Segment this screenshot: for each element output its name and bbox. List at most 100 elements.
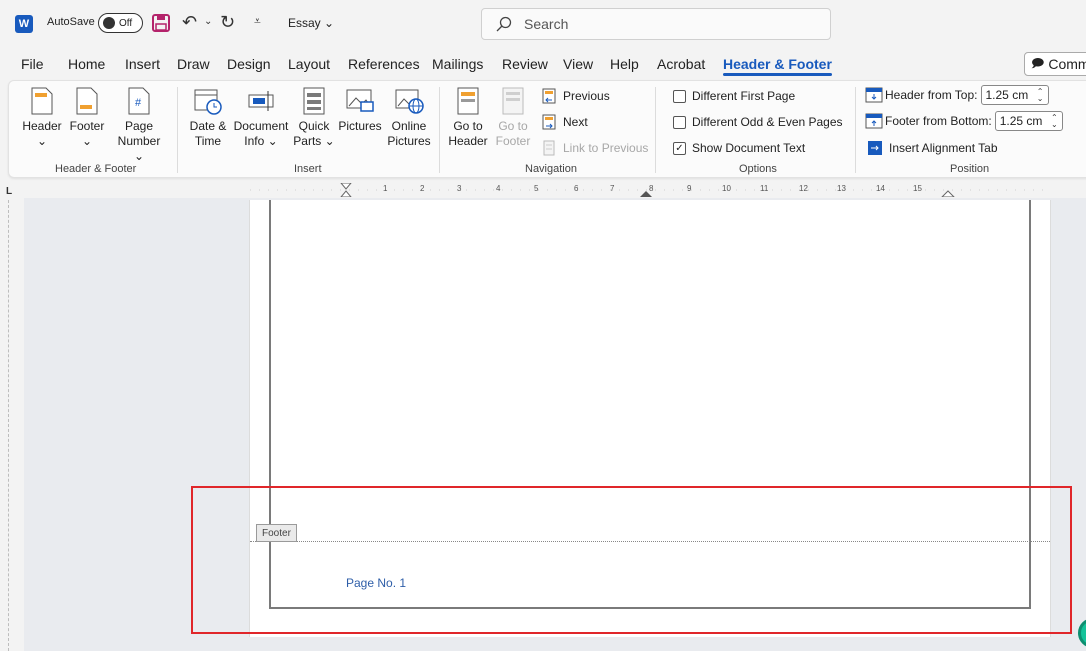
ruler-mark: 6 [574, 184, 579, 193]
tab-selector[interactable]: L [6, 186, 12, 197]
previous-button[interactable]: Previous [541, 88, 610, 104]
comments-button[interactable]: 🗩 Comme [1024, 52, 1086, 76]
go-to-footer-button[interactable]: Go to Footer [493, 87, 533, 149]
different-odd-even-checkbox[interactable]: Different Odd & Even Pages [673, 115, 843, 129]
redo-icon[interactable]: ↻ [220, 12, 235, 33]
ruler-mark: 8 [649, 184, 654, 193]
autosave-state: Off [119, 17, 133, 29]
ruler-mark: 4 [496, 184, 501, 193]
different-odd-even-label: Different Odd & Even Pages [692, 115, 843, 129]
footer-from-bottom-input[interactable]: 1.25 cm ⌃ ⌄ [994, 111, 1063, 131]
tab-home[interactable]: Home [68, 56, 105, 72]
page-number-button[interactable]: # Page Number ⌄ [111, 87, 167, 164]
show-document-text-label: Show Document Text [692, 141, 806, 155]
tab-insert[interactable]: Insert [125, 56, 160, 72]
ribbon: Header ⌄ Footer ⌄ # Page Number ⌄ Header… [8, 80, 1086, 178]
document-title[interactable]: Essay ⌄ [288, 16, 334, 30]
different-first-page-label: Different First Page [692, 89, 796, 103]
insert-alignment-tab-button[interactable]: Insert Alignment Tab [867, 140, 998, 156]
date-time-label: Date & [189, 119, 227, 133]
tab-references[interactable]: References [348, 56, 420, 72]
ruler-mark: 11 [760, 184, 769, 193]
group-label-header-footer: Header & Footer [55, 163, 137, 175]
tab-file[interactable]: File [21, 56, 44, 72]
link-to-previous-label: Link to Previous [563, 141, 649, 155]
tab-layout[interactable]: Layout [288, 56, 330, 72]
header-button[interactable]: Header ⌄ [21, 87, 63, 149]
go-to-header-button[interactable]: Go to Header [447, 87, 489, 149]
header-from-top-input[interactable]: 1.25 cm ⌃ ⌄ [980, 85, 1049, 105]
spinner-arrows-icon[interactable]: ⌃ ⌄ [1051, 114, 1058, 129]
checkbox-icon [673, 115, 686, 129]
group-label-position: Position [950, 163, 990, 175]
page-number-icon: # [128, 87, 150, 115]
show-document-text-checkbox[interactable]: ✓ Show Document Text [673, 141, 805, 155]
tab-acrobat[interactable]: Acrobat [657, 56, 705, 72]
different-first-page-checkbox[interactable]: Different First Page [673, 89, 795, 103]
header-icon [31, 87, 53, 115]
online-pictures-label-2: Pictures [387, 134, 431, 148]
autosave-toggle[interactable]: Off [98, 13, 143, 33]
customize-toolbar-icon[interactable]: ⩡ [254, 14, 261, 29]
search-icon [496, 16, 512, 32]
tab-header-footer[interactable]: Header & Footer [723, 56, 832, 76]
tab-help[interactable]: Help [610, 56, 639, 72]
quick-parts-button[interactable]: Quick Parts ⌄ [293, 87, 335, 149]
online-pictures-label: Online [391, 119, 427, 133]
ruler-mark: 7 [610, 184, 615, 193]
ruler-mark: 12 [799, 184, 808, 193]
go-to-header-label-2: Header [448, 134, 488, 148]
toggle-knob-icon [103, 17, 115, 29]
header-from-top-value: 1.25 cm [985, 88, 1029, 102]
online-pictures-button[interactable]: Online Pictures [386, 87, 432, 149]
date-time-button[interactable]: Date & Time [185, 87, 231, 149]
ruler-mark: 10 [722, 184, 731, 193]
group-label-navigation: Navigation [525, 163, 577, 175]
date-time-label-2: Time [194, 134, 222, 148]
document-info-icon [248, 91, 274, 111]
chevron-down-icon: ⌄ [81, 134, 93, 148]
calendar-clock-icon [194, 89, 222, 115]
document-info-button[interactable]: Document Info ⌄ [231, 87, 291, 149]
tab-view[interactable]: View [563, 56, 593, 72]
quick-parts-label-2: Parts ⌄ [293, 134, 335, 148]
online-pictures-icon [395, 89, 424, 114]
alignment-tab-icon [868, 141, 882, 155]
save-icon[interactable] [152, 14, 170, 32]
spinner-arrows-icon[interactable]: ⌃ ⌄ [1037, 88, 1044, 103]
previous-icon [542, 88, 556, 104]
footer-from-bottom-label: Footer from Bottom: [885, 114, 992, 128]
tab-draw[interactable]: Draw [177, 56, 210, 72]
quick-parts-icon [303, 87, 325, 115]
pictures-label: Pictures [338, 119, 382, 133]
horizontal-ruler[interactable]: 1 2 3 4 5 6 7 8 9 10 11 12 13 14 15 [250, 182, 1050, 198]
footer-position-icon [865, 113, 883, 129]
page-number-label: Page [124, 119, 154, 133]
link-to-previous-button[interactable]: Link to Previous [541, 140, 648, 156]
pictures-button[interactable]: Pictures [337, 87, 383, 134]
ruler-mark: 3 [457, 184, 462, 193]
undo-icon[interactable]: ↶ [182, 12, 197, 33]
group-label-insert: Insert [294, 163, 322, 175]
document-info-label: Document [233, 119, 289, 133]
header-position-icon [865, 87, 883, 103]
next-label: Next [563, 115, 588, 129]
tab-design[interactable]: Design [227, 56, 271, 72]
next-icon [542, 114, 556, 130]
footer-button[interactable]: Footer ⌄ [67, 87, 107, 149]
tab-review[interactable]: Review [502, 56, 548, 72]
search-input[interactable]: Search [481, 8, 831, 40]
vertical-ruler[interactable] [8, 200, 16, 651]
group-divider [439, 87, 440, 173]
comments-label: Comme [1048, 56, 1086, 72]
pictures-icon [346, 89, 374, 112]
go-to-footer-label-2: Footer [495, 134, 531, 148]
go-to-header-label: Go to [453, 119, 483, 133]
chevron-down-icon[interactable]: ⌄ [204, 16, 212, 27]
ribbon-tabs: File Home Insert Draw Design Layout Refe… [0, 52, 1086, 78]
previous-label: Previous [563, 89, 610, 103]
next-button[interactable]: Next [541, 114, 588, 130]
link-icon [543, 140, 555, 156]
ruler-mark: 13 [837, 184, 846, 193]
tab-mailings[interactable]: Mailings [432, 56, 483, 72]
